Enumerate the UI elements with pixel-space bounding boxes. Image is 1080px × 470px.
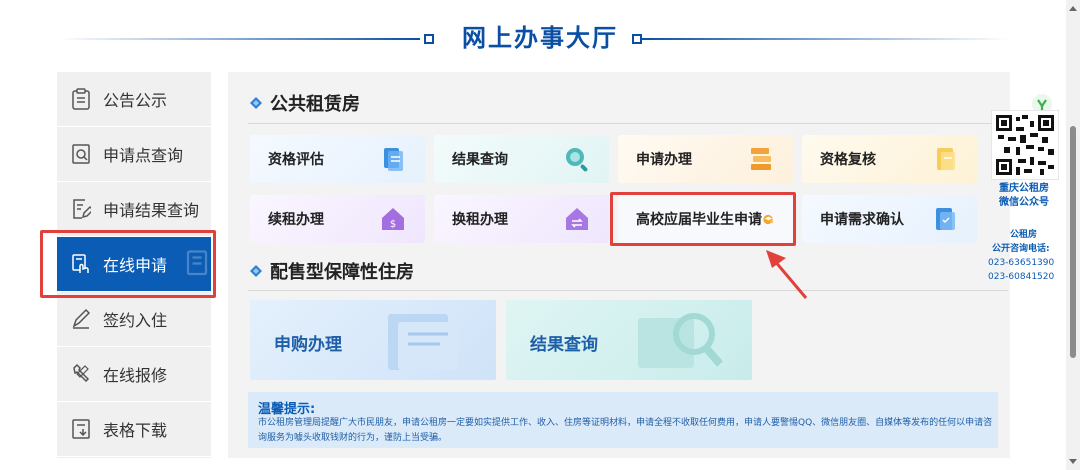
highlight-box-graduate-card bbox=[610, 192, 796, 246]
sidebar-item-label: 在线报修 bbox=[103, 366, 168, 385]
card-result-query[interactable]: 结果查询 bbox=[434, 135, 609, 183]
sidebar-item-label: 公告公示 bbox=[103, 91, 168, 110]
edit-doc-icon bbox=[69, 197, 93, 221]
card-label: 资格评估 bbox=[268, 152, 324, 168]
card-label: 资格复核 bbox=[820, 152, 876, 168]
card-label: 续租办理 bbox=[268, 212, 324, 228]
card-label: 换租办理 bbox=[452, 212, 508, 228]
card-purchase-processing[interactable]: 申购办理 bbox=[250, 300, 496, 380]
search-doc-icon bbox=[69, 142, 93, 166]
card-lease-exchange[interactable]: 换租办理 bbox=[434, 195, 609, 243]
qr-caption: 重庆公租房 微信公众号 bbox=[988, 182, 1060, 210]
hotline-phone: 023-60841520 bbox=[988, 272, 1055, 282]
header: 网上办事大厅 bbox=[0, 0, 1080, 72]
section-divider bbox=[248, 290, 1008, 291]
header-line-right bbox=[640, 38, 1010, 40]
house-exchange-icon bbox=[566, 208, 588, 230]
card-demand-confirmation[interactable]: 申请需求确认 bbox=[802, 195, 977, 243]
wrench-icon bbox=[69, 362, 93, 386]
file-icon bbox=[937, 148, 955, 170]
scroll-down-arrow-icon[interactable] bbox=[1069, 459, 1077, 464]
checklist-icon bbox=[936, 208, 955, 230]
house-money-icon: $ bbox=[382, 208, 404, 230]
section-title-text: 配售型保障性住房 bbox=[270, 262, 414, 283]
card-eligibility-assessment[interactable]: 资格评估 bbox=[250, 135, 425, 183]
sidebar-item-announcements[interactable]: 公告公示 bbox=[57, 72, 211, 127]
qr-code-icon bbox=[992, 111, 1058, 179]
hotline-label-line2: 公开咨询电话: bbox=[992, 244, 1050, 254]
scroll-up-arrow-icon[interactable] bbox=[1069, 6, 1077, 11]
card-label: 申请办理 bbox=[636, 152, 692, 168]
magnifier-illustration-icon bbox=[638, 313, 724, 368]
sidebar-item-label: 申请结果查询 bbox=[103, 201, 200, 220]
card-label: 申购办理 bbox=[274, 335, 342, 355]
notice-box: 温馨提示: 市公租房管理局提醒广大市民朋友，申请公租房一定要如实提供工作、收入、… bbox=[248, 392, 998, 448]
hotline-phone: 023-63651390 bbox=[988, 258, 1055, 268]
stack-icon bbox=[751, 148, 771, 170]
qr-caption-line2: 微信公众号 bbox=[999, 197, 1049, 208]
card-label: 结果查询 bbox=[530, 335, 598, 355]
hotline-block: 公租房 公开咨询电话: 023-63651390 023-60841520 bbox=[988, 228, 1078, 284]
header-diamond-left bbox=[424, 34, 434, 44]
document-icon bbox=[384, 148, 403, 171]
section-title-public-rental: 公共租赁房 bbox=[250, 90, 360, 116]
main-panel: 公共租赁房 资格评估 结果查询 申请办理 资格复核 续租办理 $ 换租办理 高校… bbox=[228, 72, 1010, 458]
wechat-qr-code bbox=[991, 110, 1059, 180]
notice-body: 市公租房管理局提醒广大市民朋友，申请公租房一定要如实提供工作、收入、住房等证明材… bbox=[258, 418, 993, 443]
card-label: 结果查询 bbox=[452, 152, 508, 168]
pointer-arrow-icon bbox=[766, 250, 808, 299]
document-illustration-icon bbox=[388, 314, 458, 370]
sidebar-item-sign-checkin[interactable]: 签约入住 bbox=[57, 292, 211, 347]
section-divider bbox=[248, 123, 1008, 124]
pen-icon bbox=[69, 307, 93, 331]
sidebar-item-form-download[interactable]: 表格下载 bbox=[57, 402, 211, 457]
sidebar-item-application-point-query[interactable]: 申请点查询 bbox=[57, 127, 211, 182]
diamond-bullet-icon bbox=[250, 265, 262, 277]
card-label: 申请需求确认 bbox=[820, 212, 904, 228]
sidebar-item-result-query[interactable]: 申请结果查询 bbox=[57, 182, 211, 237]
qr-caption-line1: 重庆公租房 bbox=[999, 183, 1049, 194]
card-application-processing[interactable]: 申请办理 bbox=[618, 135, 793, 183]
section-title-affordable-housing: 配售型保障性住房 bbox=[250, 258, 414, 284]
vertical-scrollbar[interactable] bbox=[1066, 0, 1080, 470]
notice-title: 温馨提示: bbox=[258, 402, 316, 417]
diamond-bullet-icon bbox=[250, 97, 262, 109]
sidebar-item-label: 签约入住 bbox=[103, 311, 168, 330]
card-eligibility-review[interactable]: 资格复核 bbox=[802, 135, 977, 183]
page-title: 网上办事大厅 bbox=[462, 24, 618, 52]
sidebar-item-label: 申请点查询 bbox=[103, 146, 184, 165]
svg-text:$: $ bbox=[390, 219, 396, 230]
hotline-label-line1: 公租房 bbox=[1010, 230, 1038, 240]
download-doc-icon bbox=[69, 417, 93, 441]
card-purchase-result-query[interactable]: 结果查询 bbox=[506, 300, 752, 380]
sidebar-item-online-repair[interactable]: 在线报修 bbox=[57, 347, 211, 402]
scrollbar-thumb[interactable] bbox=[1070, 126, 1076, 358]
magnifier-icon bbox=[566, 148, 588, 172]
highlight-box-sidebar bbox=[40, 230, 216, 298]
section-title-text: 公共租赁房 bbox=[270, 94, 360, 115]
sidebar-item-label: 表格下载 bbox=[103, 421, 168, 440]
clipboard-icon bbox=[69, 87, 93, 111]
card-lease-renewal[interactable]: 续租办理 $ bbox=[250, 195, 425, 243]
header-line-left bbox=[58, 38, 420, 40]
